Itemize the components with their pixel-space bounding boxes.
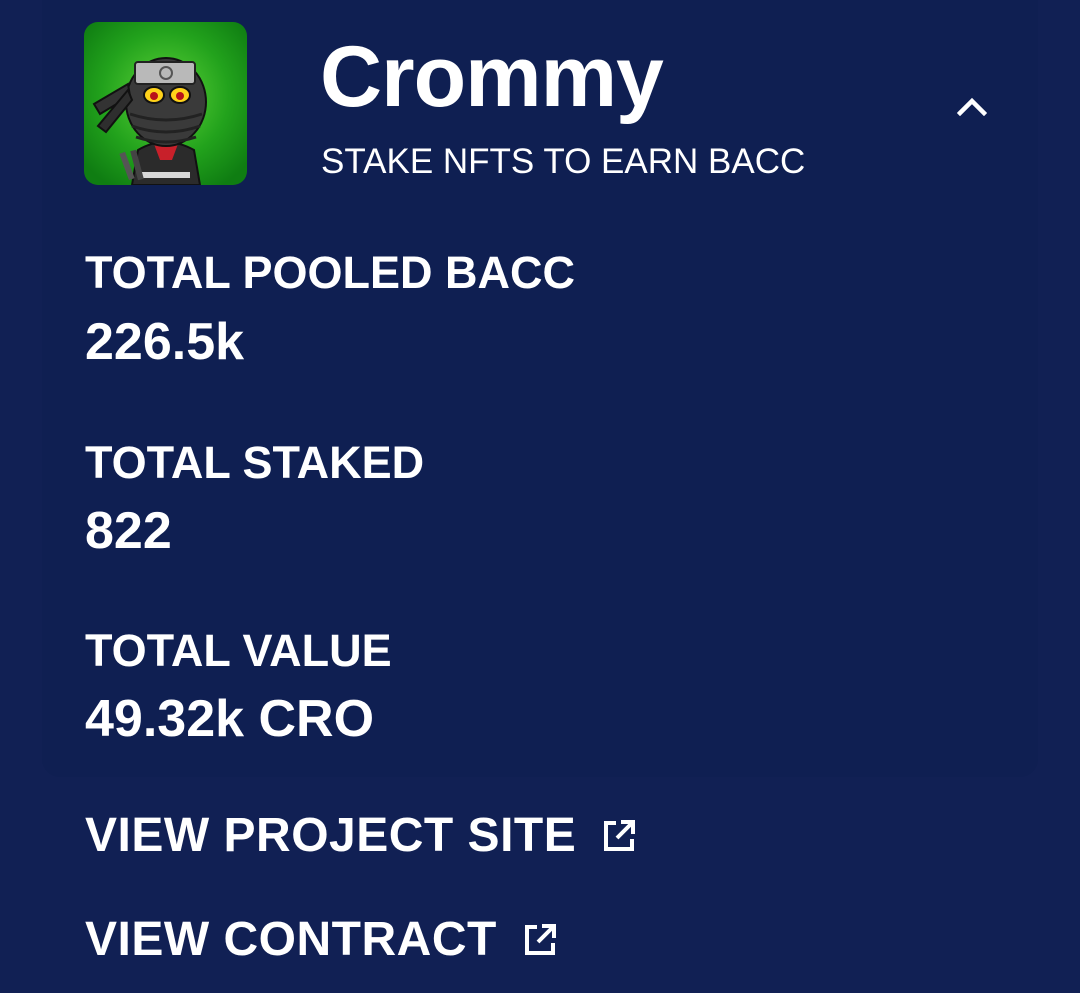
external-link-icon xyxy=(602,819,636,853)
view-project-site-label: VIEW PROJECT SITE xyxy=(85,809,577,862)
view-contract-label: VIEW CONTRACT xyxy=(85,913,497,966)
pool-avatar xyxy=(84,22,247,185)
collapse-button[interactable] xyxy=(946,80,998,132)
total-staked-value: 822 xyxy=(85,502,172,560)
total-pooled-value: 226.5k xyxy=(85,313,245,371)
external-link-icon xyxy=(523,923,557,957)
total-pooled-label: TOTAL POOLED BACC xyxy=(85,247,576,298)
total-value-value: 49.32k CRO xyxy=(85,690,375,748)
total-staked-label: TOTAL STAKED xyxy=(85,437,425,488)
pool-subtitle: STAKE NFTS TO EARN BACC xyxy=(321,142,806,181)
view-contract-link[interactable]: VIEW CONTRACT xyxy=(85,910,557,970)
total-value-label: TOTAL VALUE xyxy=(85,625,392,676)
chevron-up-icon xyxy=(957,97,987,116)
pool-title: Crommy xyxy=(320,29,664,125)
view-project-site-link[interactable]: VIEW PROJECT SITE xyxy=(85,806,636,866)
